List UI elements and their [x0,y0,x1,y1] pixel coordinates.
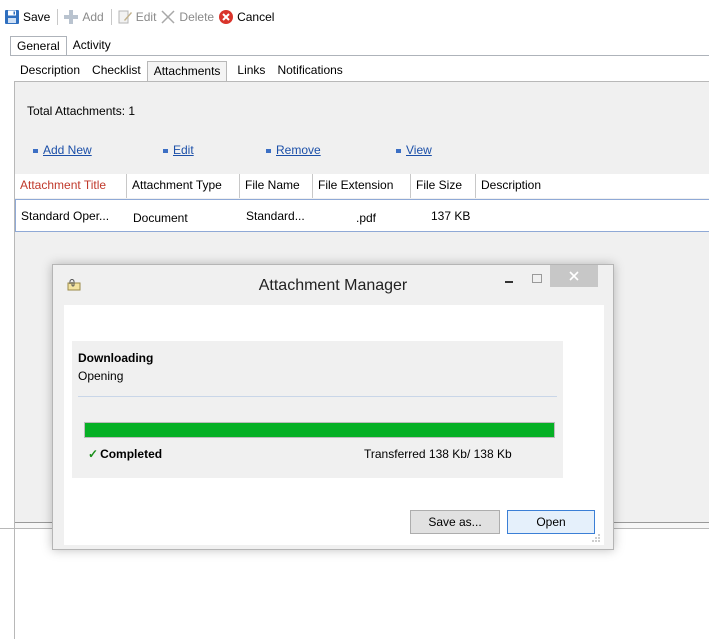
attachment-manager-dialog: Attachment Manager Downloading Opening ✓… [52,264,614,550]
save-button[interactable]: Save [4,9,50,25]
download-heading: Downloading [78,351,154,365]
tab-notifications[interactable]: Notifications [271,61,348,81]
cell-extension: .pdf [356,211,377,225]
cell-size: 137 KB [431,209,471,223]
toolbar-separator [57,8,59,25]
download-progress-bar [84,422,555,438]
sub-tabs: Description Checklist Attachments Links … [14,61,349,82]
progress-fill [85,423,554,437]
bullet-icon [396,148,401,153]
bullet-icon [33,148,38,153]
edit-label: Edit [135,9,157,24]
view-link[interactable]: View [396,143,432,157]
minimize-button[interactable] [497,269,521,289]
completed-status: ✓ Completed [88,447,162,461]
tab-attachments[interactable]: Attachments [146,61,228,81]
lower-border [14,529,15,639]
cancel-icon [218,9,234,25]
add-new-label: Add New [43,143,92,157]
bullet-icon [163,148,168,153]
open-button[interactable]: Open [507,510,595,534]
save-label: Save [23,9,51,24]
dialog-titlebar[interactable]: Attachment Manager [53,265,613,305]
check-icon: ✓ [88,447,99,461]
save-icon [4,9,20,25]
edit-button[interactable]: Edit [117,9,157,25]
cell-type: Document [133,211,188,225]
status-divider [78,396,557,397]
tab-links[interactable]: Links [227,61,271,81]
download-status-panel: Downloading Opening ✓ Completed Transferr… [72,341,563,478]
completed-label: Completed [100,447,163,461]
toolbar: Save Add Edit Delete Cancel [0,0,709,33]
add-label: Add [82,9,104,24]
save-as-button[interactable]: Save as... [410,510,500,534]
view-label: View [406,143,432,157]
tab-description[interactable]: Description [14,61,86,81]
dialog-body: Downloading Opening ✓ Completed Transferr… [64,305,604,545]
table-row[interactable]: Standard Oper... Document Standard... .p… [15,199,709,232]
cancel-label: Cancel [237,9,275,24]
remove-label: Remove [276,143,321,157]
delete-button[interactable]: Delete [160,9,214,25]
edit-link-label: Edit [173,143,194,157]
cancel-button[interactable]: Cancel [218,9,274,25]
transferred-text: Transferred 138 Kb/ 138 Kb [364,447,512,461]
column-description[interactable]: Description [476,174,709,198]
minimize-icon [505,281,513,283]
cell-title: Standard Oper... [21,209,110,223]
cell-file-name: Standard... [246,209,305,223]
remove-link[interactable]: Remove [266,143,321,157]
total-attachments: Total Attachments: 1 [27,104,136,118]
tab-checklist[interactable]: Checklist [86,61,147,81]
bullet-icon [266,148,271,153]
grid-header: Attachment Title Attachment Type File Na… [15,174,709,198]
column-file-size[interactable]: File Size [411,174,476,198]
main-tabs: General Activity [10,36,117,56]
column-attachment-title[interactable]: Attachment Title [15,174,127,198]
close-icon [569,271,579,281]
delete-icon [160,9,176,25]
delete-label: Delete [179,9,215,24]
add-new-link[interactable]: Add New [33,143,92,157]
close-button[interactable] [550,265,598,287]
tab-general[interactable]: General [10,36,67,56]
download-status: Opening [78,369,124,383]
add-icon [63,9,79,25]
edit-icon [117,9,133,25]
add-button[interactable]: Add [63,9,104,25]
edit-link[interactable]: Edit [163,143,194,157]
column-file-extension[interactable]: File Extension [313,174,411,198]
column-file-name[interactable]: File Name [240,174,313,198]
attachment-actions: Add New Edit Remove View [15,143,709,161]
maximize-button[interactable] [525,269,549,289]
resize-grip-icon[interactable] [591,532,601,542]
maximize-icon [532,274,542,283]
main-tabs-divider [10,55,709,56]
tab-activity[interactable]: Activity [67,36,117,56]
column-attachment-type[interactable]: Attachment Type [127,174,240,198]
toolbar-separator [110,8,112,25]
